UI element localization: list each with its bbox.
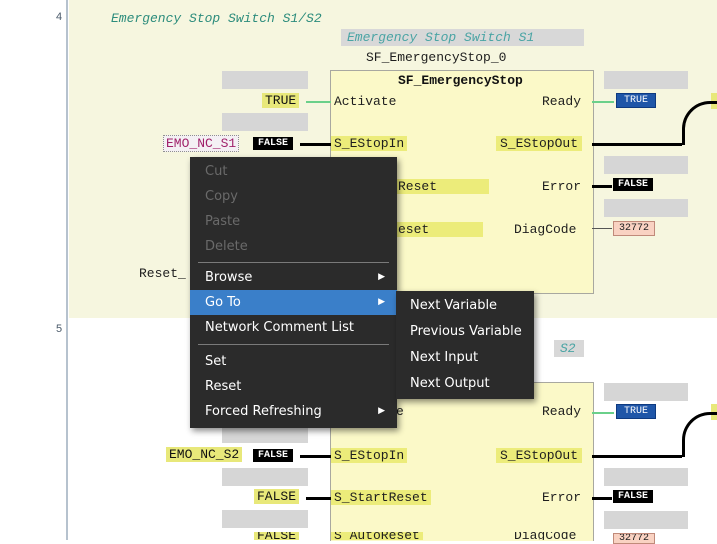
menu-item-paste[interactable]: Paste [190, 209, 397, 234]
menu-item-forced-refreshing-label: Forced Refreshing [205, 404, 322, 419]
wire-ready-2 [592, 412, 614, 414]
instance-comment-s2-fragment: S2 [554, 340, 584, 357]
fb-type-label: SF_EmergencyStop [398, 73, 523, 88]
rung-number-gutter [0, 0, 67, 540]
menu-item-set[interactable]: Set [190, 349, 397, 374]
pin-ready-2: Ready [542, 404, 582, 419]
pin-s-estopin-2: S_EStopIn [331, 448, 408, 463]
error-value: FALSE [613, 178, 654, 191]
menu-item-delete[interactable]: Delete [190, 234, 397, 259]
diagcode-value-2: 32772 [613, 533, 656, 544]
startreset-literal[interactable]: FALSE [254, 489, 300, 504]
pin-s-estopout: S_EStopOut [496, 136, 583, 151]
pin-activate: Activate [334, 94, 397, 109]
rung-number-4: 4 [56, 11, 63, 23]
estop-variable-s2[interactable]: EMO_NC_S2 [166, 447, 243, 462]
pin-diagcode: DiagCode [514, 222, 577, 237]
variable-placeholder[interactable] [604, 71, 688, 89]
menu-item-browse[interactable]: Browse ▶ [190, 265, 397, 290]
autoreset-literal[interactable]: FALSE [254, 532, 300, 540]
estop-value-s2: FALSE [253, 449, 294, 462]
reset-variable[interactable]: Reset_ [139, 266, 186, 281]
activate-literal[interactable]: TRUE [262, 93, 300, 108]
wire-estopin-2 [300, 455, 331, 458]
submenu-arrow-icon: ▶ [378, 272, 385, 282]
wire-error [592, 185, 612, 188]
menu-item-goto[interactable]: Go To ▶ [190, 290, 397, 315]
power-rail [66, 0, 68, 540]
instance-name[interactable]: SF_EmergencyStop_0 [366, 50, 506, 65]
wire-estopout-2 [592, 455, 682, 458]
submenu-arrow-icon: ▶ [378, 297, 385, 307]
variable-placeholder[interactable] [604, 156, 688, 174]
context-menu: Cut Copy Paste Delete Browse ▶ Go To ▶ N… [190, 157, 397, 428]
submenu-item-next-output[interactable]: Next Output [396, 371, 534, 396]
pin-s-autoreset: S_AutoReset [331, 532, 423, 540]
wire-diagcode [592, 228, 612, 229]
variable-placeholder[interactable] [222, 468, 308, 486]
variable-placeholder[interactable] [604, 383, 688, 401]
menu-item-cut[interactable]: Cut [190, 159, 397, 184]
menu-separator [198, 344, 389, 345]
submenu-item-next-input[interactable]: Next Input [396, 345, 534, 370]
wire-error-2 [592, 497, 612, 500]
rung-number-5: 5 [56, 323, 63, 335]
pin-s-estopin: S_EStopIn [331, 136, 408, 151]
rung-comment: Emergency Stop Switch S1/S2 [111, 11, 322, 26]
ready-value-2: TRUE [616, 404, 657, 419]
pin-s-estopout-2: S_EStopOut [496, 448, 583, 463]
pin-reset-partial-2: eset [396, 222, 484, 237]
pin-ready: Ready [542, 94, 582, 109]
menu-item-network-comment-list[interactable]: Network Comment List [190, 315, 397, 340]
wire-estopout [592, 143, 682, 146]
variable-placeholder[interactable] [222, 510, 308, 528]
variable-placeholder[interactable] [604, 468, 688, 486]
variable-placeholder[interactable] [222, 71, 308, 89]
menu-item-forced-refreshing[interactable]: Forced Refreshing ▶ [190, 399, 397, 424]
menu-item-copy[interactable]: Copy [190, 184, 397, 209]
submenu-arrow-icon: ▶ [378, 406, 385, 416]
menu-item-goto-label: Go To [205, 295, 241, 310]
pin-diagcode-2: DiagCode [514, 532, 577, 540]
wire-activate [306, 101, 331, 103]
wire-startreset [306, 497, 331, 500]
diagcode-value: 32772 [613, 221, 656, 236]
menu-item-browse-label: Browse [205, 270, 253, 285]
submenu-item-next-variable[interactable]: Next Variable [396, 293, 534, 318]
pin-s-startreset: S_StartReset [331, 490, 431, 505]
variable-placeholder[interactable] [222, 113, 308, 131]
pin-partial: e [396, 404, 404, 419]
goto-submenu: Next Variable Previous Variable Next Inp… [396, 291, 534, 399]
estop-variable-s1[interactable]: EMO_NC_S1 [163, 135, 240, 152]
wire-ready [592, 101, 614, 103]
wire-estopin [300, 143, 331, 146]
menu-separator [198, 262, 389, 263]
error-value-2: FALSE [613, 490, 654, 503]
pin-error-2: Error [542, 490, 582, 505]
pin-error: Error [542, 179, 582, 194]
pin-reset-partial: Reset [396, 179, 490, 194]
menu-item-reset[interactable]: Reset [190, 374, 397, 399]
variable-placeholder[interactable] [604, 199, 688, 217]
estop-value-s1: FALSE [253, 137, 294, 150]
submenu-item-previous-variable[interactable]: Previous Variable [396, 319, 534, 344]
ready-value: TRUE [616, 93, 657, 108]
variable-placeholder[interactable] [604, 511, 688, 529]
instance-comment: Emergency Stop Switch S1 [341, 29, 584, 46]
